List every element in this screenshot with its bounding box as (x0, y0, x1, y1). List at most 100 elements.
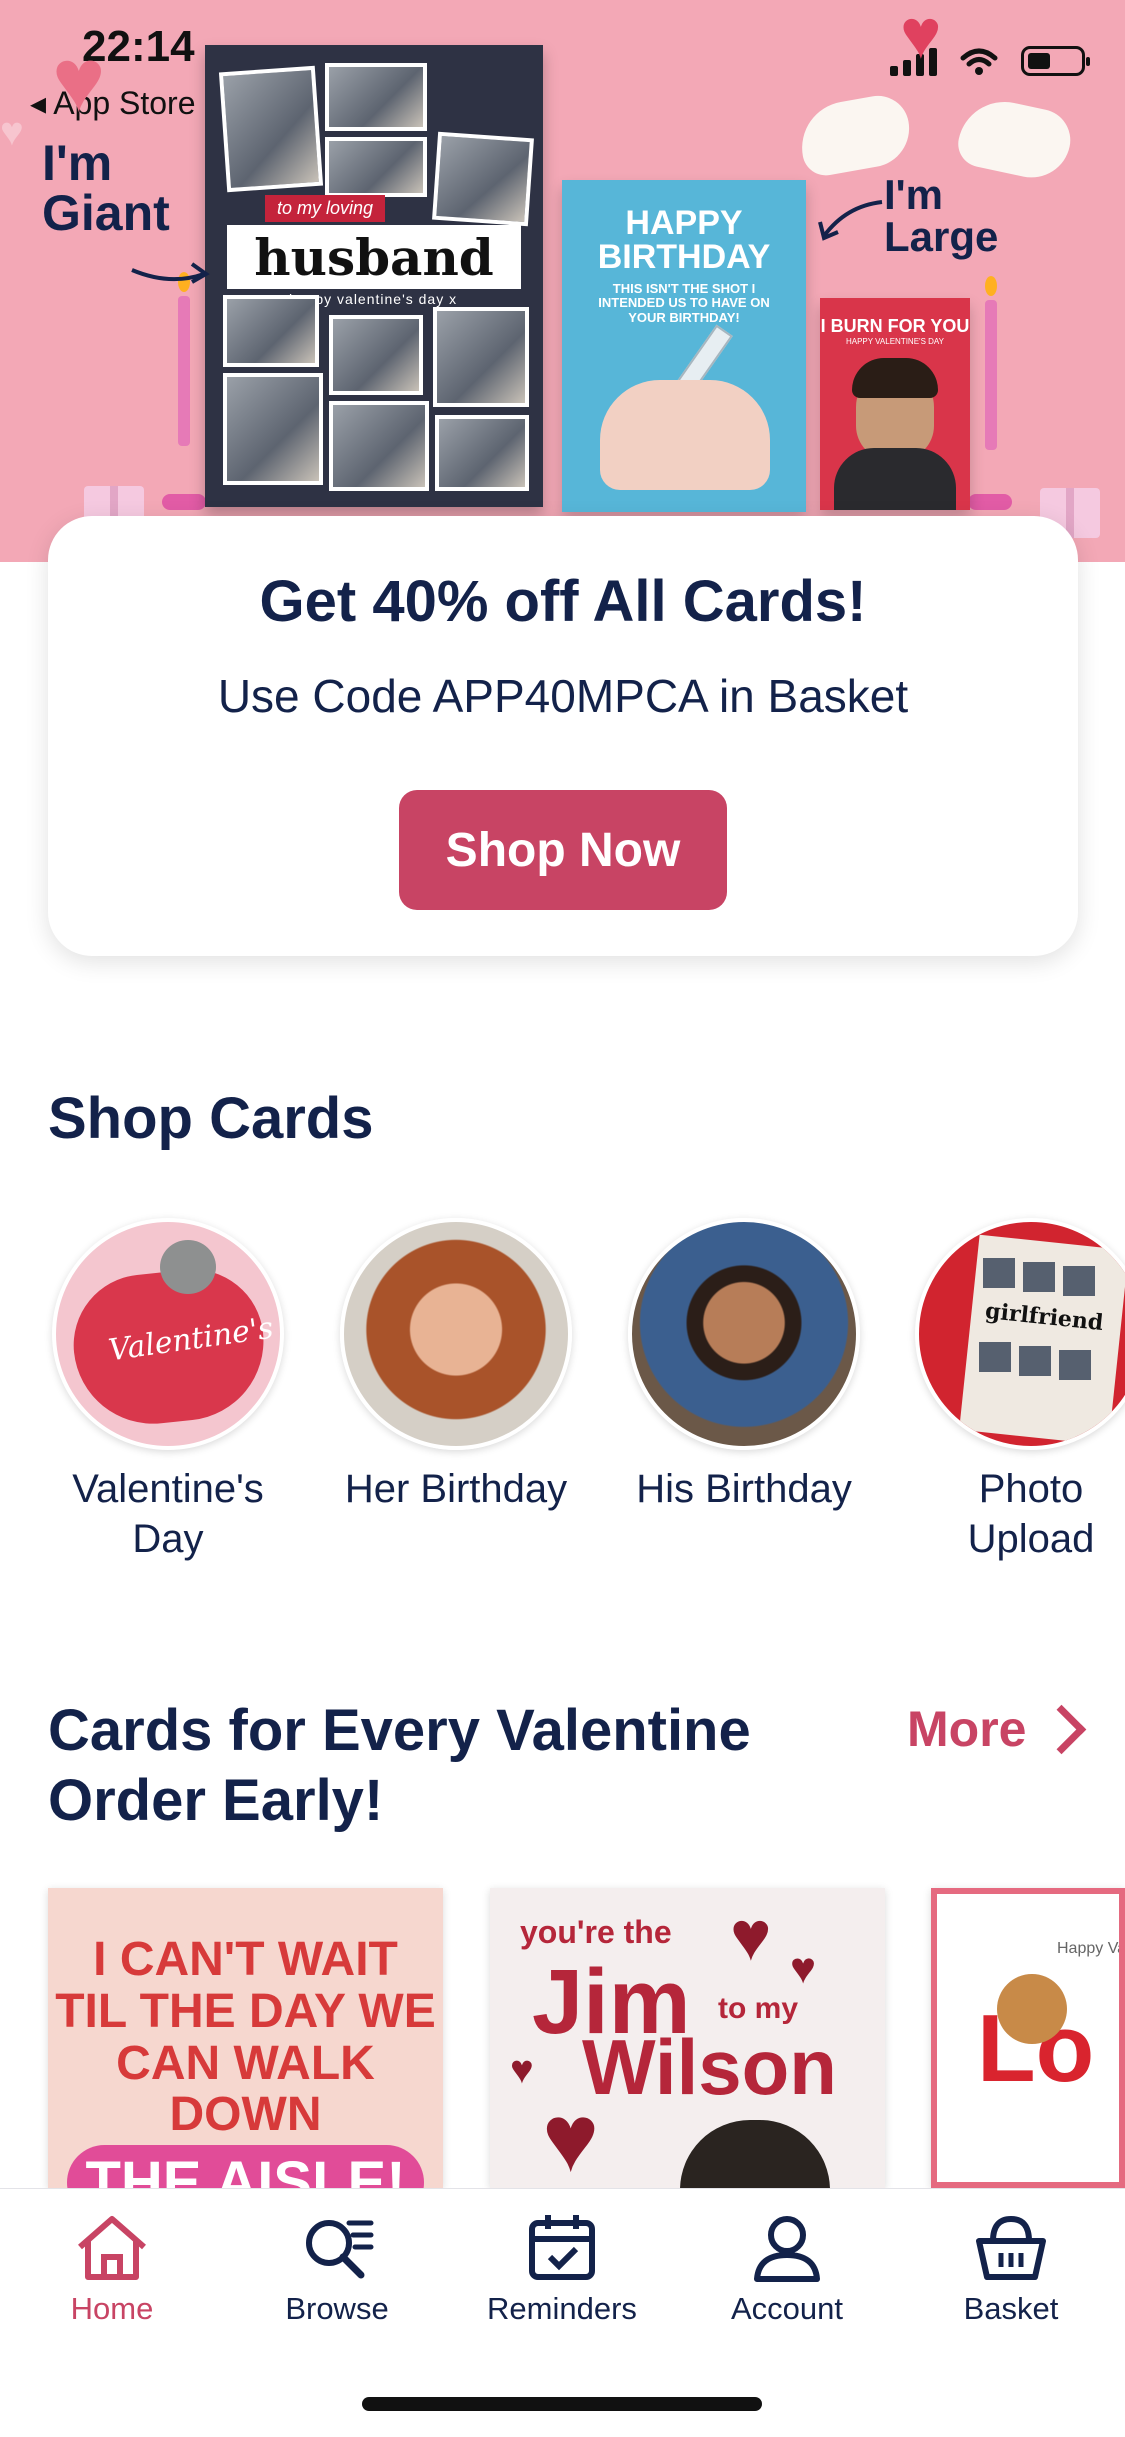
candle-holder (162, 494, 206, 510)
tab-label: Account (730, 2291, 843, 2326)
category-her-birthday[interactable]: Her Birthday (340, 1218, 572, 1514)
card-line: I CAN'T WAIT (93, 1933, 398, 1986)
category-image: Valentine's (52, 1218, 284, 1450)
card-tag: to my loving (265, 195, 386, 222)
card-line: TIL THE DAY WE (55, 1984, 436, 2038)
photo-tile (983, 1258, 1015, 1288)
category-label: His Birthday (636, 1467, 852, 1511)
heart-icon: ♥ (730, 1897, 772, 1975)
shop-cards-title: Shop Cards (48, 1086, 374, 1151)
label-giant: I'm Giant (42, 135, 170, 241)
arrow-icon (131, 262, 210, 284)
dog-illustration (997, 1974, 1067, 2044)
account-icon (754, 2216, 820, 2282)
category-image: girlfriend (915, 1218, 1125, 1450)
shop-now-button[interactable]: Shop Now (399, 790, 727, 910)
valentine-section-title: Cards for Every Valentine Order Early! (48, 1696, 751, 1835)
heart-icon: ♥ (52, 31, 106, 131)
category-label: Her Birthday (344, 1467, 568, 1511)
photo-tile (433, 307, 529, 407)
photo-tile (329, 315, 423, 395)
title-line-1: Cards for Every Valentine (48, 1698, 751, 1763)
heart-icon: ♥ (0, 110, 24, 154)
category-photo-upload[interactable]: girlfriend Photo Upload (915, 1218, 1125, 1564)
photo-tile (432, 131, 534, 227)
category-his-birthday[interactable]: His Birthday (628, 1218, 860, 1514)
heart-icon: ♥ (542, 2085, 599, 2188)
portrait-illustration (680, 2120, 830, 2188)
hair-illustration (852, 358, 938, 398)
card-line: you're the (520, 1914, 672, 1950)
home-indicator[interactable] (362, 2397, 762, 2411)
tab-browse[interactable]: Browse (237, 2213, 437, 2327)
tab-basket[interactable]: Basket (911, 2213, 1111, 2327)
category-label: Valentine's Day (72, 1467, 264, 1561)
photo-tile (223, 295, 319, 367)
card-line: to my (718, 1992, 799, 2025)
tab-label: Basket (963, 2291, 1059, 2326)
home-icon (78, 2216, 146, 2280)
jacket-illustration (834, 448, 956, 510)
category-valentines-day[interactable]: Valentine's Valentine's Day (52, 1218, 284, 1564)
more-link[interactable]: More (907, 1700, 1087, 1758)
photo-tile (325, 63, 427, 131)
photo-tile (1023, 1262, 1055, 1292)
flame-illustration (985, 276, 997, 296)
card-line: Wilson (582, 2023, 837, 2111)
heart-icon: ♥ (510, 2048, 534, 2092)
promo-title: Get 40% off All Cards! (259, 569, 867, 634)
category-label: Photo Upload (967, 1467, 1095, 1561)
photo-tile (325, 137, 427, 197)
card-title: husband (227, 225, 521, 289)
battery-icon (1021, 46, 1090, 76)
basket-icon (976, 2215, 1046, 2280)
photo-tile (218, 65, 324, 193)
tab-home[interactable]: Home (12, 2213, 212, 2327)
more-label: More (907, 1701, 1027, 1757)
card-subtitle: HAPPY VALENTINE'S DAY (845, 337, 944, 346)
bear-illustration (160, 1240, 216, 1294)
valentine-card[interactable]: Happy Vale Lo (931, 1888, 1125, 2188)
card-line: Happy Vale (1057, 1940, 1125, 1957)
category-image (628, 1218, 860, 1450)
tab-label: Browse (285, 2291, 389, 2326)
card-highlight: THE AISLE! (67, 2145, 424, 2188)
valentine-card[interactable]: you're the Jim to my Wilson ♥ ♥ ♥ ♥ (490, 1888, 885, 2188)
hand-illustration (600, 380, 770, 490)
tab-label: Home (70, 2291, 154, 2326)
photo-tile (1019, 1346, 1051, 1376)
tab-account[interactable]: Account (687, 2213, 887, 2327)
browse-icon (306, 2220, 374, 2279)
photo-tile (329, 401, 429, 491)
card-line: CAN WALK DOWN (116, 2036, 375, 2142)
card-subtitle: THIS ISN'T THE SHOT I INTENDED US TO HAV… (598, 281, 770, 325)
photo-tile (435, 415, 529, 491)
card-title: HAPPY BIRTHDAY (597, 204, 771, 276)
chevron-right-icon (1037, 1704, 1087, 1754)
card-birthday-image: HAPPY BIRTHDAY THIS ISN'T THE SHOT I INT… (562, 180, 806, 512)
card-burn-image: I BURN FOR YOU HAPPY VALENTINE'S DAY (820, 298, 970, 510)
photo-tile (979, 1342, 1011, 1372)
tab-reminders[interactable]: Reminders (462, 2213, 662, 2327)
candle-holder (968, 494, 1012, 510)
heart-icon: ♥ (790, 1944, 817, 1993)
status-bar: 22:14 ◂ App Store (0, 0, 1125, 121)
title-line-2: Order Early! (48, 1767, 384, 1833)
card-husband-image: to my loving husband happy valentine's d… (205, 45, 543, 507)
promo-subtitle: Use Code APP40MPCA in Basket (217, 670, 909, 722)
photo-tile (1059, 1350, 1091, 1380)
calendar-icon (529, 2215, 595, 2280)
valentine-card[interactable]: I CAN'T WAIT TIL THE DAY WE CAN WALK DOW… (48, 1888, 443, 2188)
wifi-icon (960, 48, 998, 75)
category-image (340, 1218, 572, 1450)
heart-icon: ♥ (900, 0, 942, 73)
candle-illustration (985, 300, 997, 450)
arrow-icon (818, 200, 883, 241)
card-title: I BURN FOR YOU (820, 316, 970, 336)
promo-card: Get 40% off All Cards! Use Code APP40MPC… (48, 516, 1078, 956)
photo-tile (1063, 1266, 1095, 1296)
tab-label: Reminders (487, 2291, 637, 2326)
label-large: I'm Large (884, 171, 999, 260)
candle-illustration (178, 296, 190, 446)
hero-banner[interactable]: 22:14 ◂ App Store ♥ ♥ ♥ I'm Giant I'm La… (0, 0, 1125, 562)
